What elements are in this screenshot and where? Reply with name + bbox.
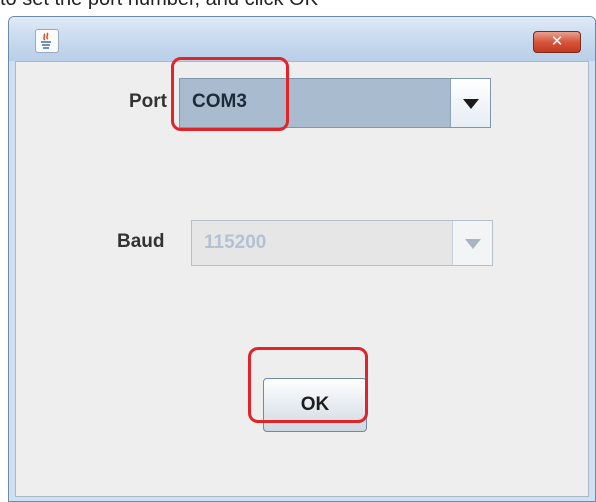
screenshot-stage: to set the port number, and click OK ✕ P…: [0, 0, 596, 502]
dialog-window: ✕ Port COM3 Baud 115200 OK: [8, 16, 596, 502]
port-dropdown-button[interactable]: [450, 79, 490, 127]
baud-selected-value: 115200: [204, 232, 267, 253]
port-selected-value: COM3: [192, 91, 247, 112]
chevron-down-icon: [465, 239, 481, 249]
chevron-down-icon: [463, 99, 479, 109]
baud-combobox: 115200: [191, 220, 493, 266]
port-label: Port: [129, 91, 167, 112]
ok-button[interactable]: OK: [263, 378, 367, 432]
port-combobox[interactable]: COM3: [179, 78, 491, 128]
title-bar: ✕: [9, 17, 595, 61]
instruction-text: to set the port number, and click OK: [0, 0, 596, 10]
baud-dropdown-button: [452, 221, 492, 265]
close-icon: ✕: [550, 33, 564, 50]
close-button[interactable]: ✕: [533, 31, 581, 53]
baud-label: Baud: [117, 231, 165, 252]
dialog-content: Port COM3 Baud 115200 OK: [15, 61, 589, 497]
java-icon: [35, 29, 59, 53]
